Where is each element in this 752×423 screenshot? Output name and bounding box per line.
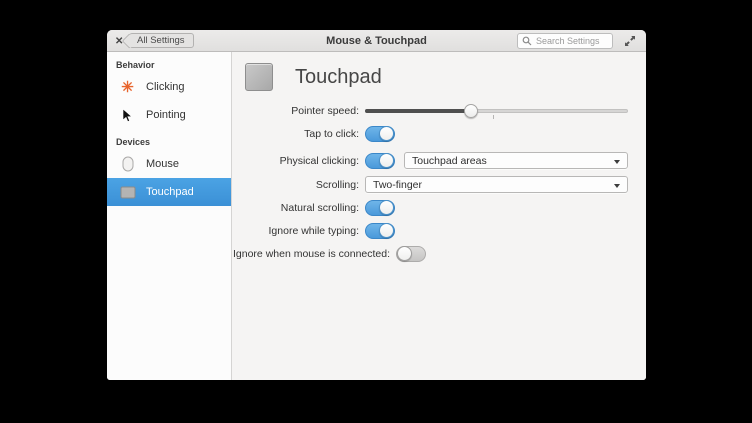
scrolling-dropdown[interactable]: Two-finger: [365, 176, 628, 193]
sidebar-item-label: Touchpad: [146, 186, 194, 198]
slider-handle[interactable]: [464, 104, 478, 118]
settings-window: ✕ Mouse & Touchpad All Settings: [107, 30, 646, 380]
pointer-speed-slider[interactable]: [365, 103, 628, 119]
dropdown-value: Touchpad areas: [412, 155, 487, 167]
mouse-icon: [119, 156, 136, 173]
sidebar-item-mouse[interactable]: Mouse: [107, 150, 231, 178]
sidebar-item-label: Clicking: [146, 81, 185, 93]
ignore-mouse-connected-label: Ignore when mouse is connected:: [233, 248, 396, 260]
pointer-speed-row: Pointer speed:: [233, 103, 646, 119]
physical-clicking-row: Physical clicking: Touchpad areas: [233, 152, 646, 169]
sidebar: Behavior ✳ Clicking Pointing Devices: [107, 52, 232, 380]
sidebar-item-label: Pointing: [146, 109, 186, 121]
sidebar-item-touchpad[interactable]: Touchpad: [107, 178, 231, 206]
tap-to-click-row: Tap to click:: [233, 126, 646, 142]
touchpad-icon: [119, 184, 136, 201]
sidebar-item-pointing[interactable]: Pointing: [107, 101, 231, 129]
ignore-while-typing-toggle[interactable]: [365, 223, 395, 239]
resize-arrows-icon: [624, 35, 636, 47]
dropdown-value: Two-finger: [373, 179, 422, 191]
natural-scrolling-toggle[interactable]: [365, 200, 395, 216]
touchpad-settings-panel: Touchpad Pointer speed: Tap to click:: [233, 52, 646, 380]
tap-to-click-label: Tap to click:: [233, 128, 365, 140]
sidebar-item-clicking[interactable]: ✳ Clicking: [107, 73, 231, 101]
toggle-knob: [379, 223, 394, 238]
toggle-knob: [379, 126, 394, 141]
natural-scrolling-label: Natural scrolling:: [233, 202, 365, 214]
scrolling-label: Scrolling:: [233, 179, 365, 191]
search-icon: [522, 36, 532, 46]
toggle-knob: [379, 200, 394, 215]
ignore-while-typing-row: Ignore while typing:: [233, 223, 646, 239]
natural-scrolling-row: Natural scrolling:: [233, 200, 646, 216]
physical-clicking-toggle[interactable]: [365, 153, 395, 169]
slider-default-tick: [493, 115, 494, 119]
titlebar[interactable]: ✕ Mouse & Touchpad All Settings: [107, 30, 646, 52]
touchpad-page-icon: [245, 63, 273, 91]
maximize-button[interactable]: [624, 35, 636, 47]
physical-clicking-dropdown[interactable]: Touchpad areas: [404, 152, 628, 169]
page-title: Touchpad: [295, 66, 382, 89]
scrolling-row: Scrolling: Two-finger: [233, 176, 646, 193]
desktop-background: ✕ Mouse & Touchpad All Settings: [0, 0, 752, 423]
all-settings-back-button[interactable]: All Settings: [129, 33, 194, 48]
sidebar-section-behavior: Behavior: [116, 58, 231, 71]
search-input[interactable]: [536, 36, 608, 46]
ignore-mouse-connected-row: Ignore when mouse is connected:: [233, 246, 646, 262]
dropdown-arrow-icon: [614, 160, 620, 164]
dropdown-arrow-icon: [614, 184, 620, 188]
toggle-knob: [379, 153, 394, 168]
sidebar-item-label: Mouse: [146, 158, 179, 170]
clicking-starburst-icon: ✳: [119, 79, 136, 96]
tap-to-click-toggle[interactable]: [365, 126, 395, 142]
ignore-while-typing-label: Ignore while typing:: [233, 225, 365, 237]
pointer-cursor-icon: [119, 107, 136, 124]
ignore-mouse-connected-toggle[interactable]: [396, 246, 426, 262]
sidebar-section-devices: Devices: [116, 135, 231, 148]
slider-fill: [365, 109, 471, 113]
page-header: Touchpad: [245, 63, 382, 91]
toggle-knob: [397, 246, 412, 261]
physical-clicking-label: Physical clicking:: [233, 155, 365, 167]
search-field[interactable]: [517, 33, 613, 49]
back-button-label: All Settings: [137, 35, 185, 46]
pointer-speed-label: Pointer speed:: [233, 105, 365, 117]
